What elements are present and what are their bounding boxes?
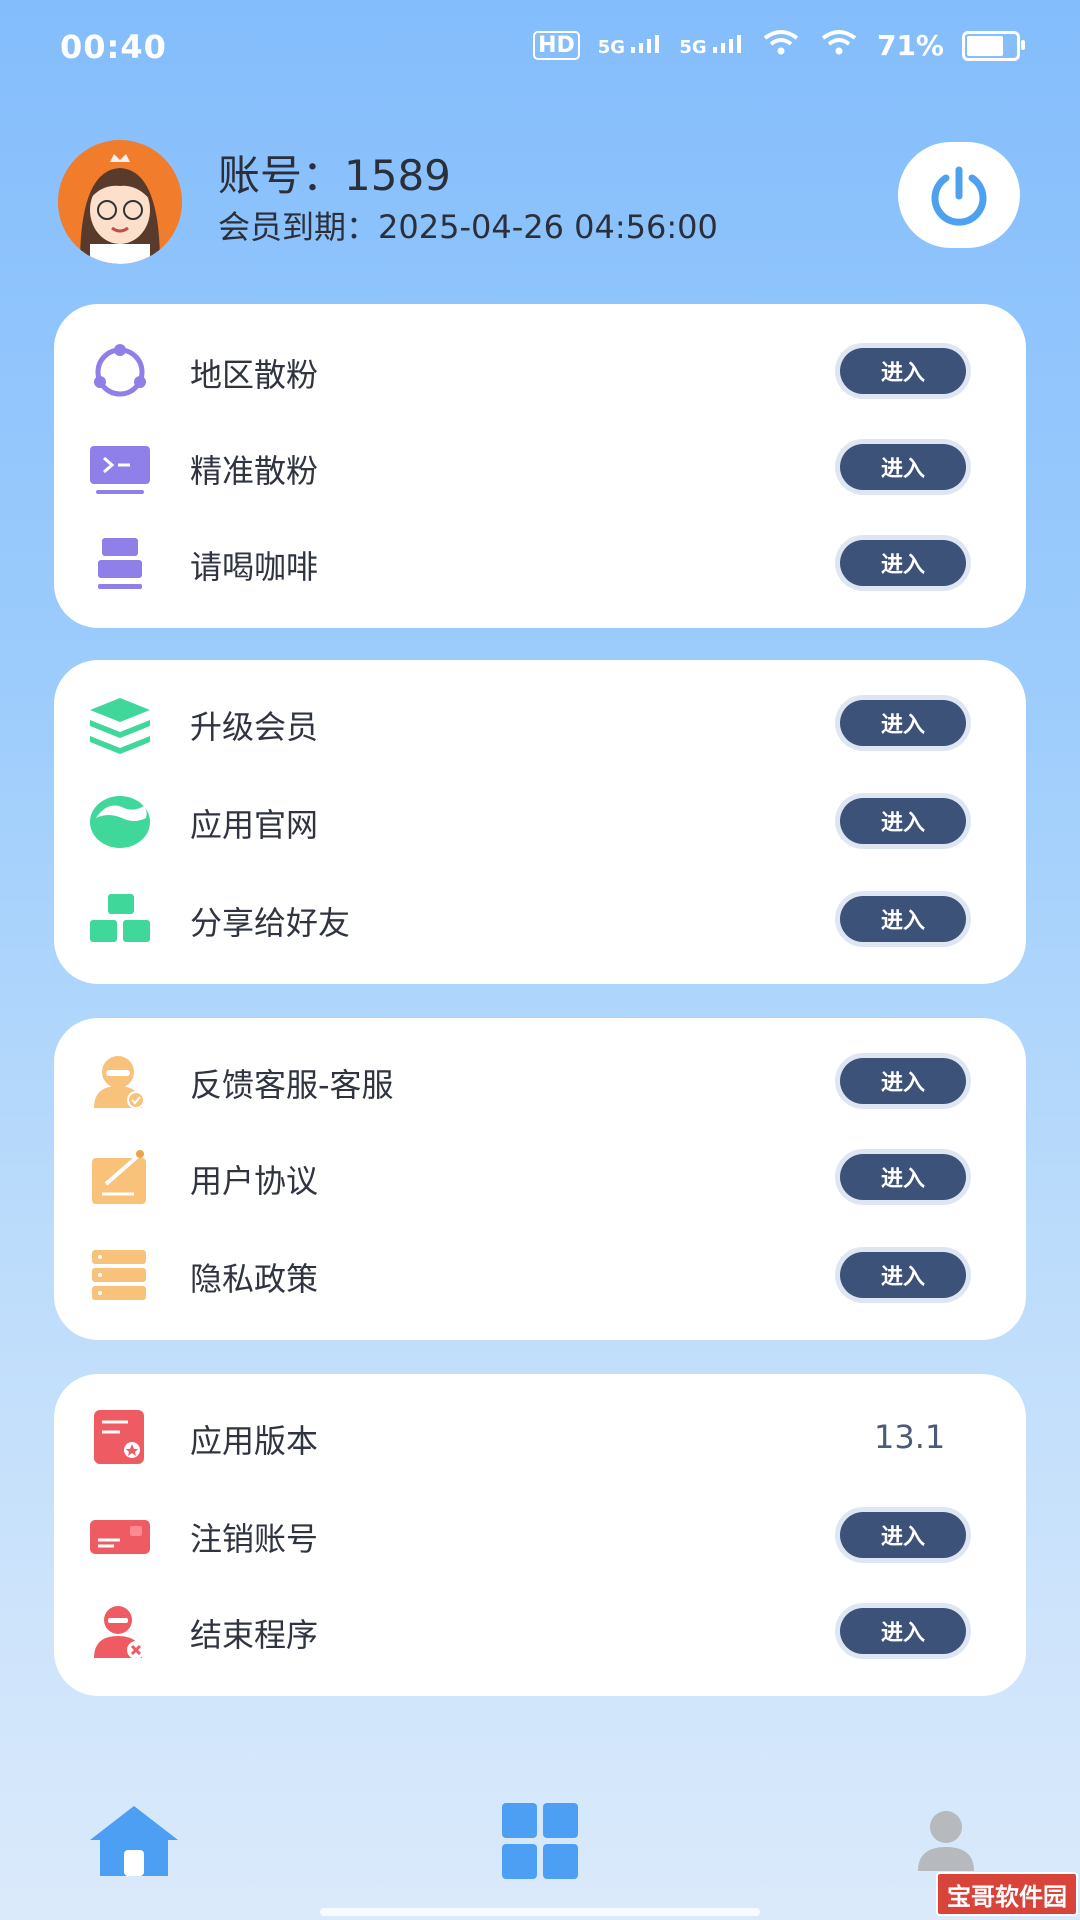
list-item-cancel-account[interactable]: 注销账号 进入 — [54, 1496, 1026, 1576]
signal-5g-icon: 5G — [598, 33, 662, 58]
enter-button[interactable]: 进入 — [840, 1058, 966, 1104]
tab-apps[interactable] — [490, 1796, 590, 1886]
list-item-privacy-policy[interactable]: 隐私政策 进入 — [54, 1236, 1026, 1316]
enter-button[interactable]: 进入 — [840, 700, 966, 746]
list-item-coffee[interactable]: 请喝咖啡 进入 — [54, 524, 1026, 604]
list-item-exit-program[interactable]: 结束程序 进入 — [54, 1592, 1026, 1672]
terminal-icon — [90, 438, 150, 498]
blocks-icon — [90, 890, 150, 950]
power-icon — [931, 166, 987, 226]
enter-button[interactable]: 进入 — [840, 896, 966, 942]
list-item-label: 隐私政策 — [190, 1260, 319, 1298]
home-icon — [90, 1806, 178, 1876]
list-item-feedback[interactable]: 反馈客服-客服 进入 — [54, 1042, 1026, 1122]
wave-icon — [90, 792, 150, 852]
battery-icon — [962, 30, 1025, 61]
support-icon — [90, 1052, 150, 1112]
list-item-label: 反馈客服-客服 — [190, 1066, 394, 1104]
enter-button[interactable]: 进入 — [840, 540, 966, 586]
list-item-official-site[interactable]: 应用官网 进入 — [54, 782, 1026, 862]
account-number: 账号：1589 — [218, 151, 451, 200]
user-icon — [918, 1811, 974, 1871]
layers-icon — [90, 694, 150, 754]
list-item-user-agreement[interactable]: 用户协议 进入 — [54, 1138, 1026, 1218]
list-item-label: 结束程序 — [190, 1616, 319, 1654]
status-time: 00:40 — [60, 28, 167, 66]
list-item-app-version: 应用版本 13.1 — [54, 1398, 1026, 1478]
list-item-label: 请喝咖啡 — [190, 548, 319, 586]
membership-expiry: 会员到期：2025-04-26 04:56:00 — [218, 208, 718, 246]
feature-card-2: 升级会员 进入 应用官网 进入 分享给好友 进入 — [54, 660, 1026, 984]
hd-network-icon: HD — [533, 31, 580, 60]
signal-5g-icon-2: 5G — [679, 33, 743, 58]
tab-home[interactable] — [84, 1796, 184, 1886]
list-item-precise-fans[interactable]: 精准散粉 进入 — [54, 428, 1026, 508]
card-icon — [90, 1506, 150, 1566]
status-bar: 00:40 HD 5G 5G 71% — [0, 0, 1080, 96]
feature-card-1: 地区散粉 进入 精准散粉 进入 请喝咖啡 进入 — [54, 304, 1026, 628]
list-item-region-fans[interactable]: 地区散粉 进入 — [54, 332, 1026, 412]
agreement-icon — [90, 1148, 150, 1208]
version-icon — [90, 1408, 150, 1468]
wifi-icon — [819, 28, 859, 63]
signal-5g-label: 5G — [597, 37, 626, 58]
list-item-label: 应用版本 — [190, 1422, 319, 1460]
list-item-label: 应用官网 — [190, 806, 319, 844]
stack-icon — [90, 534, 150, 594]
version-value: 13.1 — [874, 1418, 946, 1456]
list-item-label: 精准散粉 — [190, 452, 319, 490]
watermark-logo: 宝哥软件园 — [936, 1872, 1078, 1916]
wifi-plus-icon — [761, 28, 801, 63]
avatar[interactable] — [58, 140, 182, 264]
signal-5g-label-2: 5G — [679, 37, 707, 58]
enter-button[interactable]: 进入 — [840, 348, 966, 394]
list-item-label: 分享给好友 — [190, 904, 351, 942]
list-item-label: 地区散粉 — [190, 356, 319, 394]
enter-button[interactable]: 进入 — [840, 1608, 966, 1654]
status-icons: HD 5G 5G 71% — [533, 28, 1025, 63]
exit-user-icon — [90, 1602, 150, 1662]
feature-card-4: 应用版本 13.1 注销账号 进入 结束程序 进入 — [54, 1374, 1026, 1696]
battery-percent: 71% — [876, 29, 944, 62]
list-item-label: 用户协议 — [190, 1162, 319, 1200]
feature-card-3: 反馈客服-客服 进入 用户协议 进入 隐私政策 进入 — [54, 1018, 1026, 1340]
enter-button[interactable]: 进入 — [840, 1154, 966, 1200]
list-icon — [90, 1246, 150, 1306]
enter-button[interactable]: 进入 — [840, 444, 966, 490]
list-item-label: 注销账号 — [190, 1520, 319, 1558]
enter-button[interactable]: 进入 — [840, 798, 966, 844]
profile-header: 账号：1589 会员到期：2025-04-26 04:56:00 — [0, 130, 1080, 270]
list-item-label: 升级会员 — [190, 708, 319, 746]
power-button[interactable] — [898, 142, 1020, 248]
bottom-tab-bar — [0, 1780, 1080, 1920]
circle-nodes-icon — [90, 342, 150, 402]
home-indicator — [320, 1908, 760, 1916]
grid-icon — [502, 1803, 578, 1879]
list-item-share[interactable]: 分享给好友 进入 — [54, 880, 1026, 960]
enter-button[interactable]: 进入 — [840, 1512, 966, 1558]
list-item-upgrade-vip[interactable]: 升级会员 进入 — [54, 684, 1026, 764]
enter-button[interactable]: 进入 — [840, 1252, 966, 1298]
